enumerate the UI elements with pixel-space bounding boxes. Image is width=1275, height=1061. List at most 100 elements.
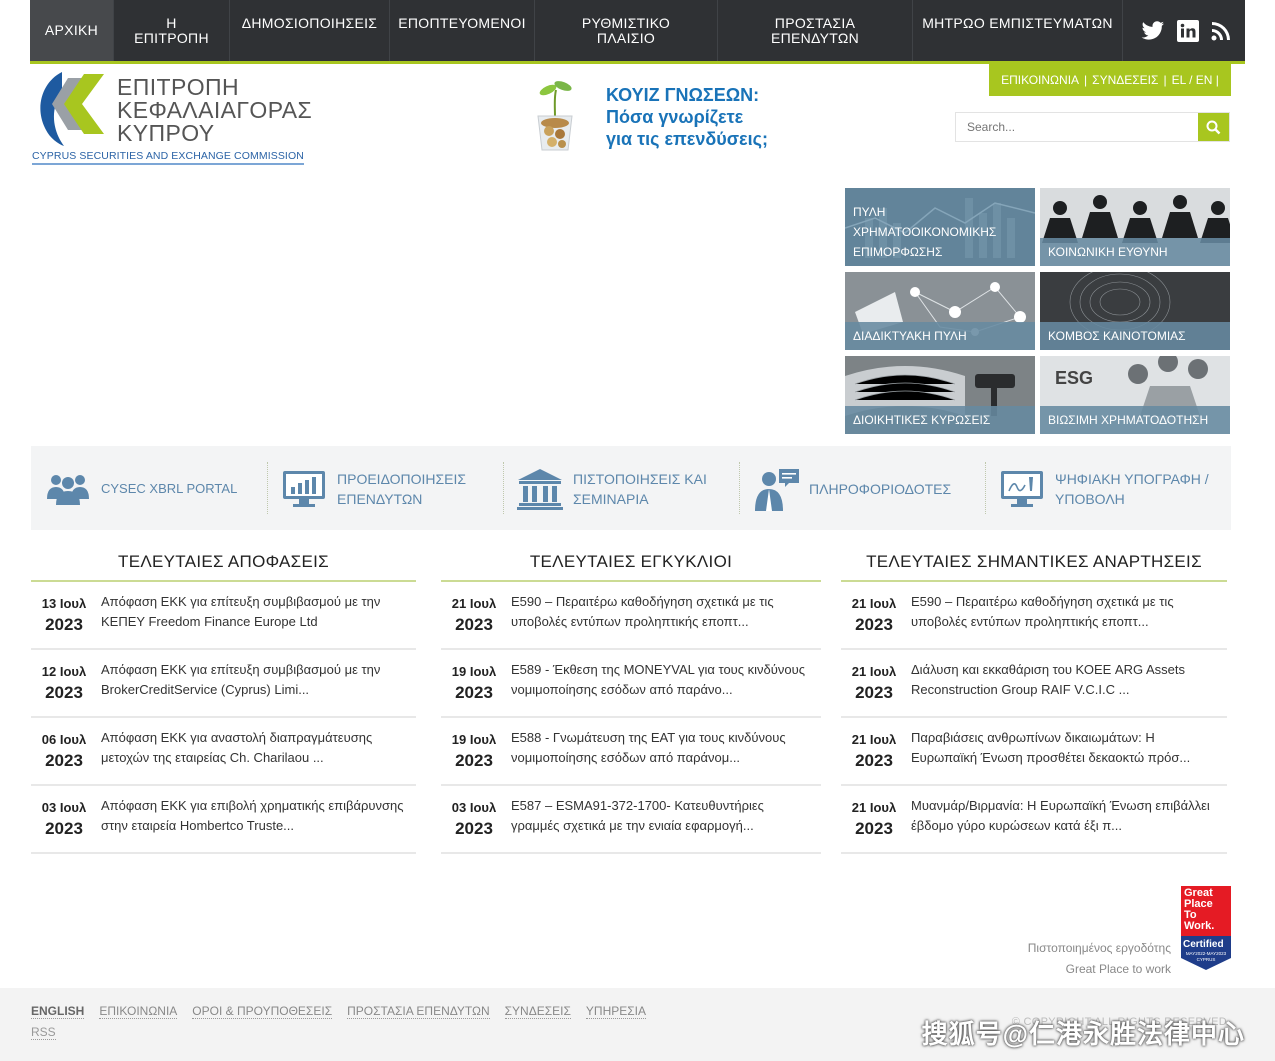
list-item[interactable]: 03 Ιουλ 2023 E587 – ESMA91-372-1700- Κατευ…	[441, 786, 821, 854]
tile-label: ΚΟΙΝΩΝΙΚΗ ΕΥΘΥΝΗ	[1040, 238, 1230, 266]
cysec-logo[interactable]: ΕΠΙΤΡΟΠΗ ΚΕΦΑΛΑΙΑΓΟΡΑΣ ΚΥΠΡΟΥ CYPRUS SEC…	[32, 68, 312, 166]
footer-link-terms[interactable]: ΟΡΟΙ & ΠΡΟΥΠΟΘΕΣΕΙΣ	[192, 1004, 333, 1019]
item-title[interactable]: Διάλυση και εκκαθάριση του ΚΟΕΕ ARG Asse…	[911, 660, 1217, 700]
tile-social-responsibility[interactable]: ΚΟΙΝΩΝΙΚΗ ΕΥΘΥΝΗ	[1040, 188, 1230, 266]
footer-link-contact[interactable]: ΕΠΙΚΟΙΝΩΝΙΑ	[99, 1004, 178, 1019]
list-item[interactable]: 12 Ιουλ 2023 Απόφαση ΕΚΚ για επίτευξη συμβ…	[31, 650, 416, 718]
people-group-icon	[47, 475, 89, 505]
institution-icon	[517, 469, 563, 510]
tile-sustainable-finance[interactable]: ESG ΒΙΩΣΙΜΗ ΧΡΗΜΑΤΟΔΟΤΗΣΗ	[1040, 356, 1230, 434]
list-item[interactable]: 19 Ιουλ 2023 E589 - Έκθεση της MONEYVAL γι…	[441, 650, 821, 718]
quiz-banner[interactable]: ΚΟΥΙΖ ΓΝΩΣΕΩΝ: Πόσα γνωρίζετε για τις επ…	[530, 78, 790, 158]
quicklink-investor-warnings[interactable]: ΠΡΟΕΙΔΟΠΟΙΗΣΕΙΣ ΕΠΕΝΔΥΤΩΝ	[281, 464, 501, 514]
item-title[interactable]: E588 - Γνωμάτευση της ΕΑΤ για τους κινδύ…	[511, 728, 811, 768]
item-day: 21 Ιουλ	[851, 596, 897, 611]
logo-mark-icon	[40, 72, 104, 146]
announcements-column: ΤΕΛΕΥΤΑΙΕΣ ΣΗΜΑΝΤΙΚΕΣ ΑΝΑΡΤΗΣΕΙΣ 21 Ιουλ…	[841, 545, 1227, 854]
list-item[interactable]: 19 Ιουλ 2023 E588 - Γνωμάτευση της ΕΑΤ για…	[441, 718, 821, 786]
nav-item-supervised[interactable]: ΕΠΟΠΤΕΥΟΜΕΝΟΙ	[390, 0, 535, 61]
person-speech-icon	[755, 469, 799, 511]
item-title[interactable]: Μυανμάρ/Βιρμανία: Η Ευρωπαϊκή Ένωση επιβ…	[911, 796, 1217, 836]
footer-link-links[interactable]: ΣΥΝΔΕΣΕΙΣ	[504, 1004, 571, 1019]
item-year: 2023	[855, 615, 893, 634]
badge-date-text: MAY2022-MAY2023	[1185, 951, 1227, 956]
item-title[interactable]: Απόφαση ΕΚΚ για επίτευξη συμβιβασμού με …	[101, 592, 406, 632]
item-day: 19 Ιουλ	[451, 732, 497, 747]
nav-item-commission[interactable]: Η ΕΠΙΤΡΟΠΗ	[114, 0, 230, 61]
quicklink-label: ΠΛΗΡΟΦΟΡΙΟΔΟΤΕΣ	[809, 481, 952, 497]
list-item[interactable]: 21 Ιουλ 2023 Διάλυση και εκκαθάριση του ΚΟ…	[841, 650, 1227, 718]
item-title[interactable]: Απόφαση ΕΚΚ για επίτευξη συμβιβασμού με …	[101, 660, 406, 700]
divider	[267, 462, 268, 514]
column-title: ΤΕΛΕΥΤΑΙΕΣ ΣΗΜΑΝΤΙΚΕΣ ΑΝΑΡΤΗΣΕΙΣ	[841, 545, 1227, 582]
tile-label: ΔΙΟΙΚΗΤΙΚΕΣ ΚΥΡΩΣΕΙΣ	[845, 406, 1035, 434]
links-link[interactable]: ΣΥΝΔΕΣΕΙΣ	[1092, 73, 1158, 87]
language-switch[interactable]: EL / EN |	[1172, 73, 1219, 87]
item-title[interactable]: Απόφαση ΕΚΚ για επιβολή χρηματικής επιβά…	[101, 796, 406, 836]
list-item[interactable]: 21 Ιουλ 2023 Παραβιάσεις ανθρωπίνων δικαιω…	[841, 718, 1227, 786]
list-item[interactable]: 21 Ιουλ 2023 E590 – Περαιτέρω καθοδήγηση σ…	[841, 582, 1227, 650]
nav-item-investor-protection[interactable]: ΠΡΟΣΤΑΣΙΑ ΕΠΕΝΔΥΤΩΝ	[718, 0, 913, 61]
item-year: 2023	[455, 615, 493, 634]
quicklink-label: ΠΡΟΕΙΔΟΠΟΙΗΣΕΙΣ ΕΠΕΝΔΥΤΩΝ	[337, 471, 467, 507]
item-title[interactable]: E590 – Περαιτέρω καθοδήγηση σχετικά με τ…	[511, 592, 811, 632]
item-year: 2023	[455, 683, 493, 702]
list-item[interactable]: 03 Ιουλ 2023 Απόφαση ΕΚΚ για επιβολή χρημα…	[31, 786, 416, 854]
list-item[interactable]: 21 Ιουλ 2023 Μυανμάρ/Βιρμανία: Η Ευρωπαϊκή…	[841, 786, 1227, 854]
separator: |	[1163, 73, 1167, 87]
item-year: 2023	[45, 751, 83, 770]
search-box	[955, 112, 1230, 142]
item-year: 2023	[45, 683, 83, 702]
great-place-to-work-badge[interactable]: Great Place To Work. Certified MAY2022-M…	[1181, 886, 1231, 970]
quicklink-certifications[interactable]: ΠΙΣΤΟΠΟΙΗΣΕΙΣ ΚΑΙ ΣΕΜΙΝΑΡΙΑ	[517, 464, 737, 514]
list-item[interactable]: 06 Ιουλ 2023 Απόφαση ΕΚΚ για αναστολή διαπ…	[31, 718, 416, 786]
tile-administrative-sanctions[interactable]: ΔΙΟΙΚΗΤΙΚΕΣ ΚΥΡΩΣΕΙΣ	[845, 356, 1035, 434]
search-icon	[1206, 120, 1221, 134]
tile-label: ΒΙΩΣΙΜΗ ΧΡΗΜΑΤΟΔΟΤΗΣΗ	[1040, 406, 1230, 434]
twitter-icon[interactable]	[1141, 20, 1165, 41]
footer-link-english[interactable]: ENGLISH	[31, 1004, 85, 1019]
quicklink-xbrl-portal[interactable]: CYSEC XBRL PORTAL	[45, 464, 265, 514]
quicklink-digital-signature[interactable]: ΨΗΦΙΑΚΗ ΥΠΟΓΡΑΦΗ / ΥΠΟΒΟΛΗ	[999, 464, 1229, 514]
tile-label: ΠΥΛΗ ΧΡΗΜΑΤΟΟΙΚΟΝΟΜΙΚΗΣ ΕΠΙΜΟΡΦΩΣΗΣ	[845, 188, 1035, 266]
tile-financial-education[interactable]: ΠΥΛΗ ΧΡΗΜΑΤΟΟΙΚΟΝΟΜΙΚΗΣ ΕΠΙΜΟΡΦΩΣΗΣ	[845, 188, 1035, 266]
badge-country-text: CYPRUS	[1196, 957, 1216, 962]
nav-item-regulatory[interactable]: ΡΥΘΜΙΣΤΙΚΟ ΠΛΑΙΣΙΟ	[535, 0, 718, 61]
contact-link[interactable]: ΕΠΙΚΟΙΝΩΝΙΑ	[1001, 73, 1079, 87]
item-day: 03 Ιουλ	[41, 800, 87, 815]
item-title[interactable]: E587 – ESMA91-372-1700- Κατευθυντήριες γ…	[511, 796, 811, 836]
main-nav: ΑΡΧΙΚΗ Η ΕΠΙΤΡΟΠΗ ΔΗΜΟΣΙΟΠΟΙΗΣΕΙΣ ΕΠΟΠΤΕ…	[30, 0, 1245, 61]
footer-rss-link[interactable]: RSS	[31, 1025, 56, 1040]
item-title[interactable]: Απόφαση ΕΚΚ για αναστολή διαπραγμάτευσης…	[101, 728, 406, 768]
item-year: 2023	[855, 683, 893, 702]
list-item[interactable]: 21 Ιουλ 2023 E590 – Περαιτέρω καθοδήγηση σ…	[441, 582, 821, 650]
item-year: 2023	[455, 819, 493, 838]
footer-link-investor-protection[interactable]: ΠΡΟΣΤΑΣΙΑ ΕΠΕΝΔΥΤΩΝ	[347, 1004, 490, 1019]
divider	[985, 462, 986, 514]
tile-innovation-hub[interactable]: ΚΟΜΒΟΣ ΚΑΙΝΟΤΟΜΙΑΣ	[1040, 272, 1230, 350]
esg-text: ESG	[1055, 368, 1094, 388]
footer-link-service[interactable]: ΥΠΗΡΕΣΙΑ	[585, 1004, 647, 1019]
item-title[interactable]: E590 – Περαιτέρω καθοδήγηση σχετικά με τ…	[911, 592, 1217, 632]
nav-item-home[interactable]: ΑΡΧΙΚΗ	[30, 0, 114, 61]
item-year: 2023	[45, 615, 83, 634]
rss-icon[interactable]	[1211, 21, 1231, 41]
nav-item-publications[interactable]: ΔΗΜΟΣΙΟΠΟΙΗΣΕΙΣ	[230, 0, 390, 61]
search-input[interactable]	[956, 113, 1199, 141]
item-year: 2023	[455, 751, 493, 770]
item-day: 06 Ιουλ	[41, 732, 87, 747]
item-title[interactable]: E589 - Έκθεση της MONEYVAL για τους κινδ…	[511, 660, 811, 700]
tile-online-portal[interactable]: ΔΙΑΔΙΚΤΥΑΚΗ ΠΥΛΗ	[845, 272, 1035, 350]
quicklink-whistleblowers[interactable]: ΠΛΗΡΟΦΟΡΙΟΔΟΤΕΣ	[753, 464, 983, 514]
column-title: ΤΕΛΕΥΤΑΙΕΣ ΕΓΚΥΚΛΙΟΙ	[441, 545, 821, 582]
monitor-chart-icon	[283, 471, 325, 507]
search-button[interactable]	[1198, 113, 1229, 141]
item-year: 2023	[855, 751, 893, 770]
list-item[interactable]: 13 Ιουλ 2023 Απόφαση ΕΚΚ για επίτευξη συμβ…	[31, 582, 416, 650]
item-day: 21 Ιουλ	[851, 800, 897, 815]
nav-item-trust-registry[interactable]: ΜΗΤΡΩΟ ΕΜΠΙΣΤΕΥΜΑΤΩΝ	[913, 0, 1123, 61]
circulars-column: ΤΕΛΕΥΤΑΙΕΣ ΕΓΚΥΚΛΙΟΙ 21 Ιουλ 2023 E590 – Π…	[441, 545, 821, 854]
linkedin-icon[interactable]	[1177, 19, 1199, 42]
item-title[interactable]: Παραβιάσεις ανθρωπίνων δικαιωμάτων: Η Ευ…	[911, 728, 1217, 768]
logo-subtitle: CYPRUS SECURITIES AND EXCHANGE COMMISSIO…	[32, 150, 304, 165]
